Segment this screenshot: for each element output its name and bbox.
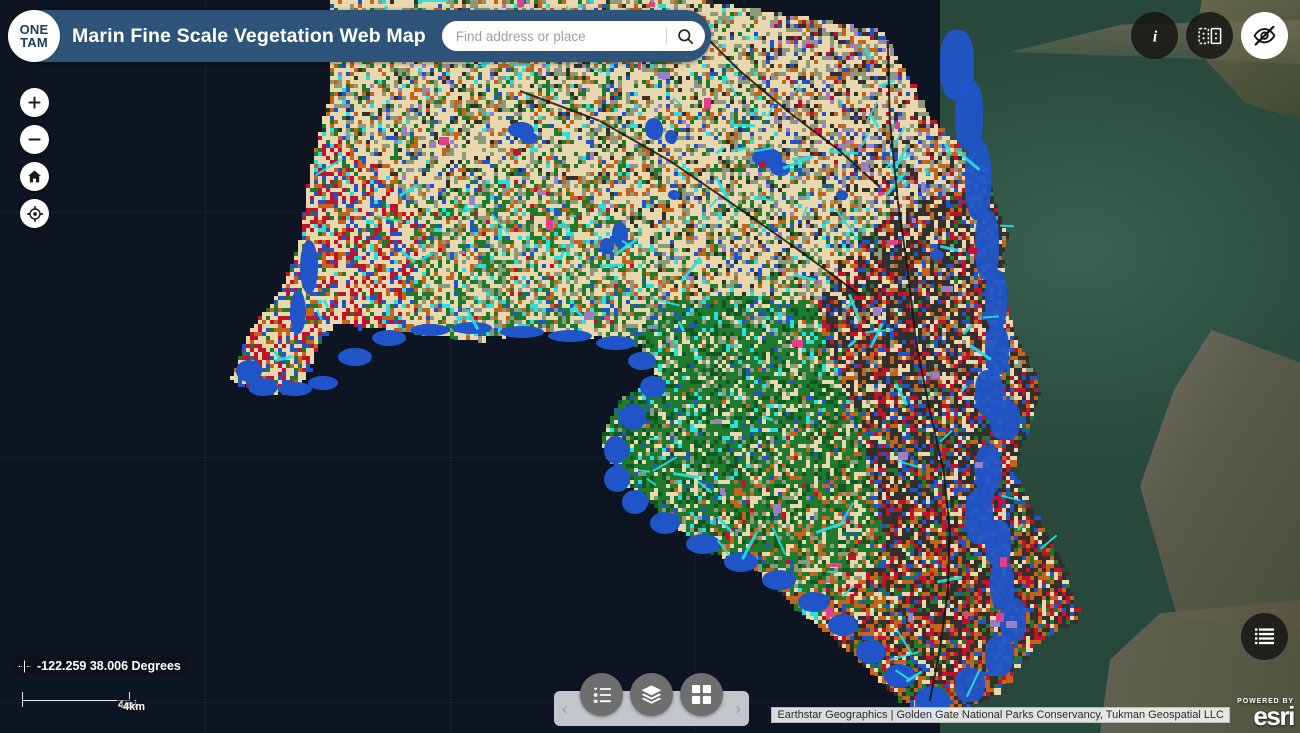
locate-button[interactable]: [20, 199, 49, 228]
info-icon: i: [1152, 28, 1157, 45]
plus-icon: [28, 96, 41, 109]
table-list-icon: [1254, 627, 1275, 644]
home-button[interactable]: [20, 162, 49, 191]
scale-bar: 4mi 4km: [22, 692, 146, 713]
vegetation-raster-layer: [0, 0, 1300, 733]
app-header: ONE TAM Marin Fine Scale Vegetation Web …: [8, 10, 711, 62]
search-icon: [678, 28, 694, 44]
search-input[interactable]: [441, 22, 666, 50]
hide-layers-button[interactable]: [1241, 12, 1288, 59]
coordinate-crosshair-icon: [18, 660, 31, 672]
legend-button[interactable]: [580, 673, 623, 716]
svg-text:i: i: [1152, 28, 1157, 45]
home-icon: [28, 170, 41, 183]
widget-bar-prev-button[interactable]: ‹: [560, 700, 570, 717]
map-canvas[interactable]: [0, 0, 1300, 733]
scale-bar-km: [22, 700, 126, 707]
eye-slash-icon: [1253, 25, 1276, 46]
legend-list-icon: [593, 687, 611, 703]
search-widget: [441, 21, 705, 51]
swipe-compare-button[interactable]: [1186, 12, 1233, 59]
scale-bar-km-label: 4km: [121, 701, 146, 713]
web-map-application: ONE TAM Marin Fine Scale Vegetation Web …: [0, 0, 1300, 733]
about-info-button[interactable]: i: [1131, 12, 1178, 59]
zoom-out-button[interactable]: [20, 125, 49, 154]
coordinate-widget[interactable]: -122.259 38.006 Degrees: [14, 657, 188, 675]
map-navigation-controls: [20, 88, 49, 228]
esri-logo: POWERED BY esri: [1237, 698, 1295, 729]
zoom-in-button[interactable]: [20, 88, 49, 117]
minus-icon: [28, 138, 41, 141]
locate-crosshair-icon: [26, 205, 43, 222]
basemap-grid-icon: [691, 684, 712, 705]
page-title: Marin Fine Scale Vegetation Web Map: [60, 25, 442, 48]
search-button[interactable]: [667, 21, 705, 51]
layer-list-button[interactable]: [630, 673, 673, 716]
logo-line-2: TAM: [20, 36, 48, 49]
map-attribution[interactable]: Earthstar Geographics | Golden Gate Nati…: [771, 707, 1230, 723]
widget-buttons-group: [580, 673, 723, 716]
swipe-compare-icon: [1197, 27, 1221, 44]
one-tam-logo[interactable]: ONE TAM: [8, 10, 60, 62]
coordinate-readout: -122.259 38.006 Degrees: [37, 659, 181, 673]
esri-wordmark: esri: [1237, 703, 1295, 729]
widget-bar-next-button[interactable]: ›: [733, 700, 743, 717]
layers-stack-icon: [641, 685, 662, 704]
top-right-toolbar: i: [1131, 12, 1288, 59]
attribute-table-button[interactable]: [1241, 613, 1288, 660]
basemap-gallery-button[interactable]: [680, 673, 723, 716]
